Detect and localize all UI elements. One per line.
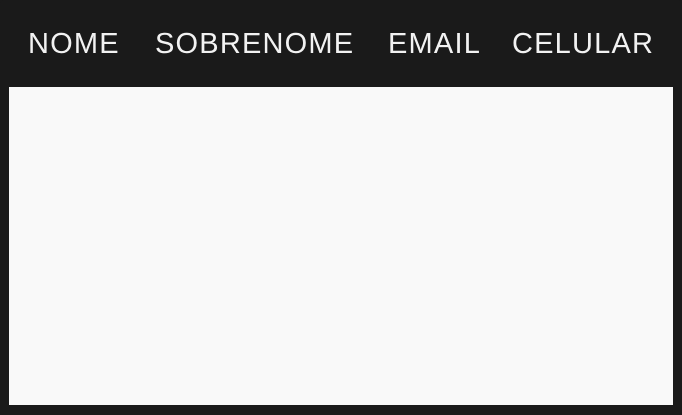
data-table: NOME SOBRENOME EMAIL CELULAR: [0, 0, 682, 415]
column-header-nome[interactable]: NOME: [28, 27, 120, 61]
table-header: NOME SOBRENOME EMAIL CELULAR: [0, 0, 682, 87]
column-header-celular[interactable]: CELULAR: [512, 27, 654, 61]
column-header-email[interactable]: EMAIL: [388, 27, 481, 61]
column-header-sobrenome[interactable]: SOBRENOME: [155, 27, 354, 61]
table-body: [9, 87, 673, 405]
